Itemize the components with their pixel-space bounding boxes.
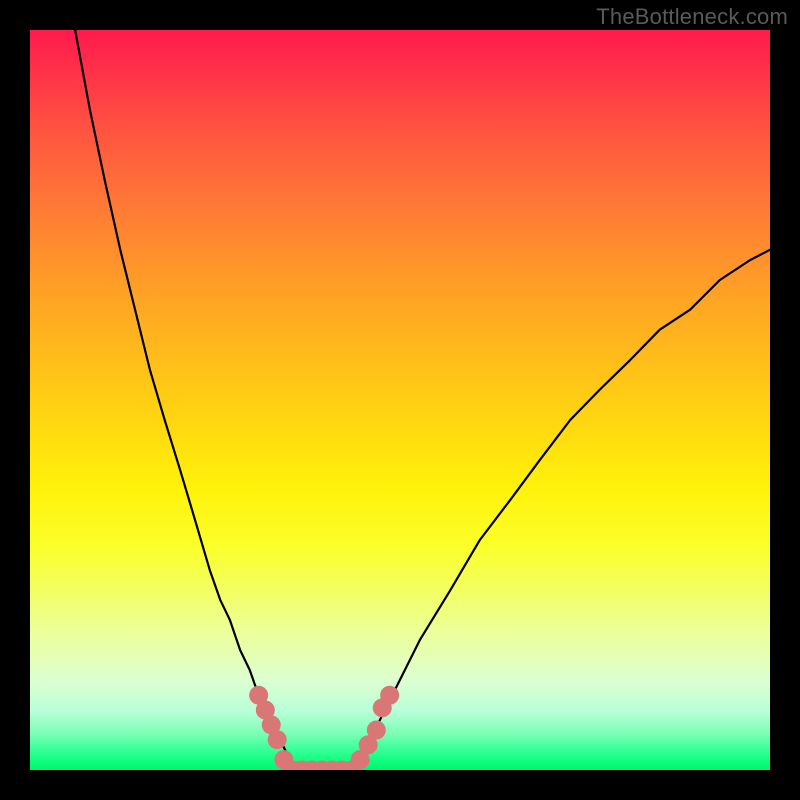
data-marker <box>268 730 287 749</box>
data-marker <box>380 686 399 705</box>
curve-svg <box>30 30 770 770</box>
curve-right-branch <box>355 250 770 770</box>
marker-group <box>249 686 399 770</box>
curve-left-branch <box>75 30 295 770</box>
plot-area <box>30 30 770 770</box>
chart-frame: TheBottleneck.com <box>0 0 800 800</box>
watermark-text: TheBottleneck.com <box>596 4 788 30</box>
data-marker <box>367 721 386 740</box>
